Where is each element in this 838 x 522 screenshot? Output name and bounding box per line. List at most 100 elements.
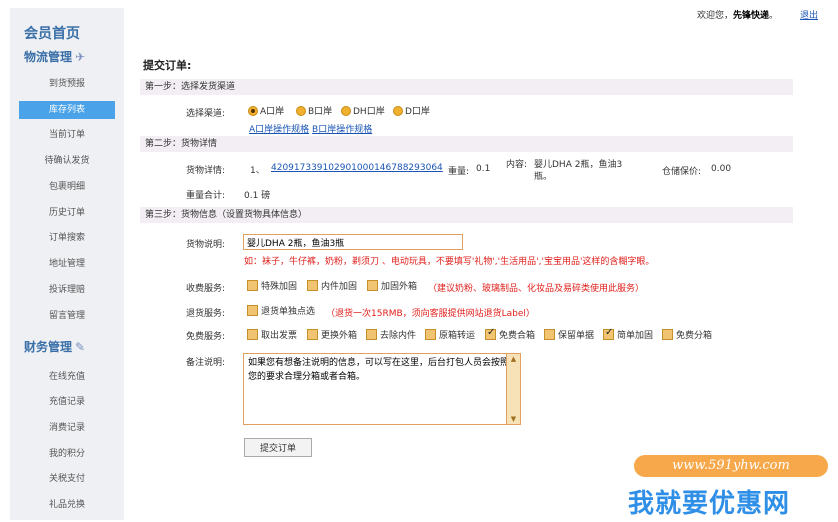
sidebar-item-my-points[interactable]: 我的积分 [10, 445, 124, 463]
sidebar-item-order-history[interactable]: 历史订单 [10, 204, 124, 222]
sidebar-item-gift-redemption[interactable]: 礼品兑换 [10, 496, 124, 514]
radio-dot[interactable] [296, 105, 306, 116]
channel-radio-dh[interactable]: DH口岸 [341, 104, 385, 117]
sidebar-item-inventory-list[interactable]: 库存列表 [19, 101, 115, 119]
paid-special-reinforce-checkbox[interactable]: 特殊加固 [247, 279, 297, 292]
welcome-suffix: 。 [768, 11, 778, 21]
step2-header: 第二步：货物详情 [140, 136, 793, 152]
goods-description-label: 货物说明: [186, 240, 226, 250]
checkbox-box[interactable] [307, 329, 318, 340]
checkbox-box[interactable] [662, 329, 673, 340]
free-merge-box-checkbox[interactable]: 免费合箱 [485, 327, 536, 341]
checkbox-box[interactable] [247, 305, 258, 316]
channel-radio-d[interactable]: D口岸 [393, 104, 430, 117]
checkbox-label: 保留单据 [558, 331, 595, 341]
welcome-text: 欢迎您， [696, 11, 733, 21]
finance-title-text: 财务管理 [24, 340, 73, 354]
paid-service-label: 收费服务: [186, 284, 226, 294]
sidebar: 会员首页 物流管理 ✈ 到货预报 库存列表 当前订单 待确认发货 包裹明细 历史订… [10, 8, 124, 520]
paid-outer-box-checkbox[interactable]: 加固外箱 [367, 279, 417, 292]
checkbox-label: 免费合箱 [499, 331, 536, 341]
checkbox-label: 去除内件 [380, 331, 417, 341]
radio-label: B口岸 [308, 107, 333, 117]
b-port-spec-link[interactable]: B口岸操作规格 [312, 125, 372, 135]
channel-radio-b[interactable]: B口岸 [296, 104, 332, 117]
weight-value: 0.1 [476, 164, 491, 174]
scroll-up-icon[interactable]: ▲ [507, 354, 520, 364]
sidebar-item-package-details[interactable]: 包裹明细 [10, 178, 124, 196]
airplane-icon: ✈ [75, 50, 86, 64]
paid-inner-reinforce-checkbox[interactable]: 内件加固 [307, 279, 357, 292]
tracking-number-link[interactable]: 420917339102901000146788293064 [271, 163, 443, 173]
sidebar-item-complaints[interactable]: 投诉理赔 [10, 281, 124, 299]
return-service-label: 退货服务: [186, 309, 226, 319]
top-bar: 欢迎您，先锋快递。 退出 [697, 8, 818, 21]
total-weight-label: 重量合计: [186, 191, 226, 201]
free-remove-invoice-checkbox[interactable]: 取出发票 [247, 328, 297, 341]
sidebar-item-messages[interactable]: 留言管理 [10, 307, 124, 325]
free-simple-reinforce-checkbox[interactable]: 简单加固 [603, 327, 654, 341]
checkbox-label: 退货单独点选 [261, 307, 316, 317]
username: 先锋快递 [732, 11, 769, 21]
return-service-hint: （退货一次15RMB，须向客服提供网站退货Label） [326, 309, 535, 319]
weight-label: 重量: [448, 167, 470, 177]
sidebar-item-current-orders[interactable]: 当前订单 [10, 126, 124, 144]
step3-header: 第三步：货物信息（设置货物具体信息） [140, 207, 793, 223]
remark-textarea[interactable]: 如果您有想备注说明的信息，可以写在这里，后台打包人员会按照您的要求合理分箱或者合… [243, 353, 521, 425]
checkbox-box[interactable] [425, 329, 436, 340]
sidebar-item-recharge-records[interactable]: 充值记录 [10, 393, 124, 411]
remark-scrollbar[interactable]: ▲ ▼ [506, 354, 520, 424]
checkbox-label: 加固外箱 [381, 282, 418, 292]
free-replace-box-checkbox[interactable]: 更换外箱 [307, 328, 357, 341]
checkbox-label: 免费分箱 [676, 331, 713, 341]
watermark: www.591yhw.com 我就要优惠网 [628, 455, 828, 520]
sidebar-item-pending-shipment[interactable]: 待确认发货 [10, 152, 124, 170]
checkbox-label: 取出发票 [261, 331, 298, 341]
checkbox-label: 简单加固 [617, 331, 654, 341]
sidebar-item-online-recharge[interactable]: 在线充值 [10, 368, 124, 386]
free-keep-receipt-checkbox[interactable]: 保留单据 [544, 328, 594, 341]
radio-dot[interactable] [393, 105, 403, 116]
goods-description-hint: 如：袜子，牛仔裤，奶粉，剃须刀 、电动玩具，不要填写'礼物','生活用品','宝… [244, 257, 655, 267]
checkbox-box[interactable] [247, 329, 258, 340]
goods-description-input[interactable] [243, 234, 463, 250]
free-split-box-checkbox[interactable]: 免费分箱 [662, 328, 712, 341]
checkbox-box[interactable] [366, 329, 377, 340]
sidebar-item-arrival-forecast[interactable]: 到货预报 [10, 75, 124, 93]
submit-order-button[interactable]: 提交订单 [244, 438, 312, 457]
sidebar-item-tariff-payment[interactable]: 关税支付 [10, 470, 124, 488]
sidebar-item-address-management[interactable]: 地址管理 [10, 255, 124, 273]
free-remove-inner-checkbox[interactable]: 去除内件 [366, 328, 416, 341]
checkbox-label: 内件加固 [321, 282, 358, 292]
warehouse-insurance-value: 0.00 [711, 164, 732, 174]
step1-header: 第一步：选择发货渠道 [140, 79, 793, 95]
checkbox-label: 更换外箱 [321, 331, 358, 341]
logout-link[interactable]: 退出 [800, 11, 818, 21]
logistics-section-title: 物流管理 ✈ [24, 48, 85, 65]
finance-section-title: 财务管理 ✎ [24, 338, 85, 355]
return-separate-checkbox[interactable]: 退货单独点选 [247, 304, 315, 317]
checkbox-label: 特殊加固 [261, 282, 298, 292]
channel-label: 选择渠道: [186, 109, 226, 119]
watermark-url: www.591yhw.com [634, 455, 828, 477]
scroll-down-icon[interactable]: ▼ [507, 414, 520, 424]
radio-dot[interactable] [341, 105, 351, 116]
checkbox-box[interactable] [367, 280, 378, 291]
checkbox-box[interactable] [485, 327, 496, 340]
a-port-spec-link[interactable]: A口岸操作规格 [249, 125, 309, 135]
checkbox-box[interactable] [307, 280, 318, 291]
warehouse-insurance-label: 仓储保价: [662, 167, 702, 177]
channel-spec-links: A口岸操作规格 B口岸操作规格 [249, 122, 372, 135]
radio-label: D口岸 [405, 107, 430, 117]
radio-dot[interactable] [248, 105, 258, 116]
member-home-title[interactable]: 会员首页 [24, 23, 80, 43]
channel-radio-a[interactable]: A口岸 [248, 104, 284, 117]
content-label: 内容: [506, 160, 528, 170]
checkbox-box[interactable] [603, 327, 614, 340]
watermark-text: 我就要优惠网 [628, 489, 791, 519]
checkbox-box[interactable] [544, 329, 555, 340]
sidebar-item-consumption-records[interactable]: 消费记录 [10, 419, 124, 437]
free-original-box-checkbox[interactable]: 原箱转运 [425, 328, 475, 341]
checkbox-box[interactable] [247, 280, 258, 291]
sidebar-item-order-search[interactable]: 订单搜索 [10, 229, 124, 247]
